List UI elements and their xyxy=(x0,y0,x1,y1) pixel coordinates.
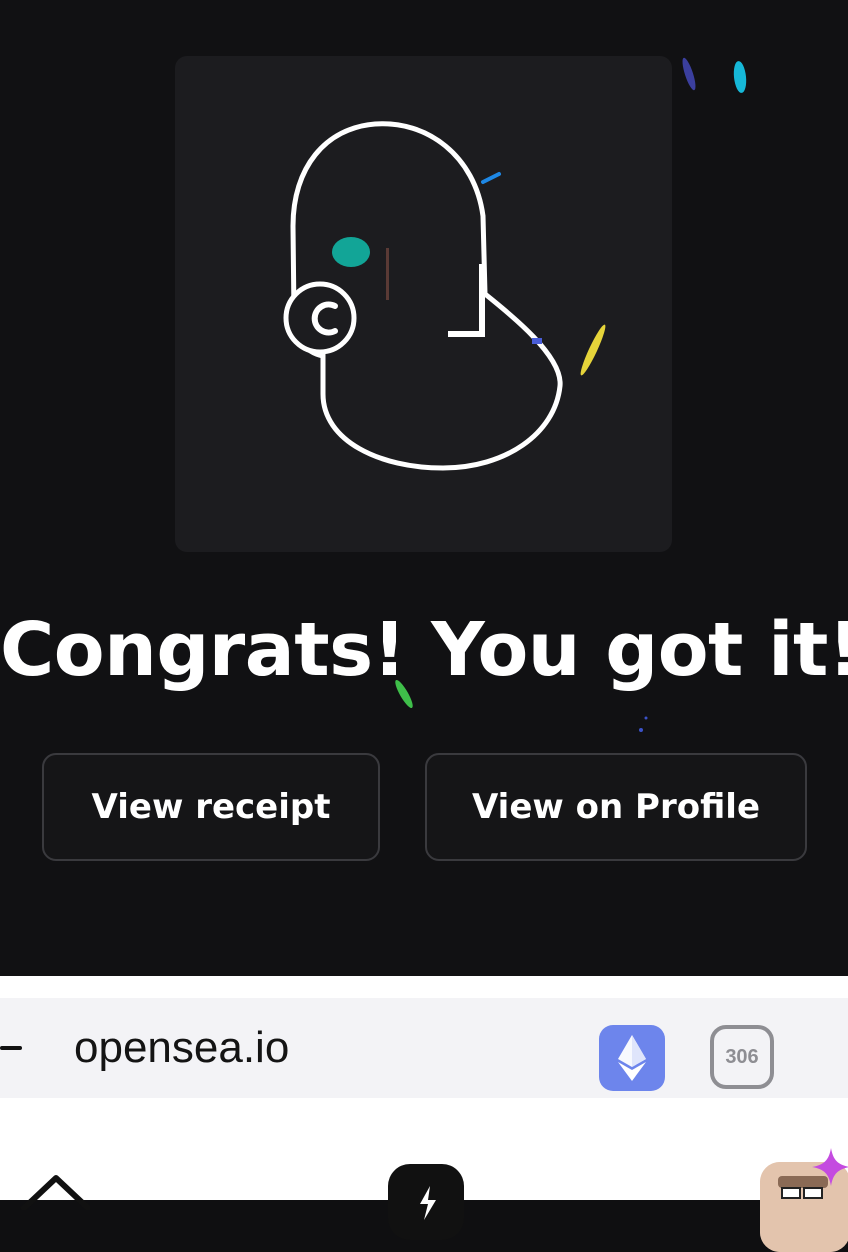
tab-count-button[interactable]: 306 xyxy=(710,1025,774,1089)
nft-artwork xyxy=(283,121,563,471)
ethereum-glyph xyxy=(618,1035,646,1081)
bolt-icon xyxy=(420,1186,436,1220)
home-icon[interactable] xyxy=(10,1170,90,1210)
success-headline: Congrats! You got it! xyxy=(0,607,848,693)
blue-confetti xyxy=(481,172,501,184)
blue-dot xyxy=(532,338,542,344)
url-field[interactable]: opensea.io 306 xyxy=(0,998,848,1098)
view-receipt-button[interactable]: View receipt xyxy=(42,753,380,861)
app-icon[interactable] xyxy=(388,1164,464,1240)
browser-address-bar: opensea.io 306 xyxy=(0,976,848,1122)
sparkle-icon xyxy=(812,1148,848,1186)
nft-image-card xyxy=(175,56,672,552)
minus-icon[interactable] xyxy=(0,1046,22,1050)
ear-circle xyxy=(283,281,357,355)
url-text[interactable]: opensea.io xyxy=(74,1022,289,1074)
browser-toolbar xyxy=(0,1122,848,1252)
face-line xyxy=(448,264,485,337)
accent-line xyxy=(386,248,389,300)
teal-dot xyxy=(332,237,370,267)
ethereum-icon[interactable] xyxy=(599,1025,665,1091)
view-on-profile-button[interactable]: View on Profile xyxy=(425,753,807,861)
